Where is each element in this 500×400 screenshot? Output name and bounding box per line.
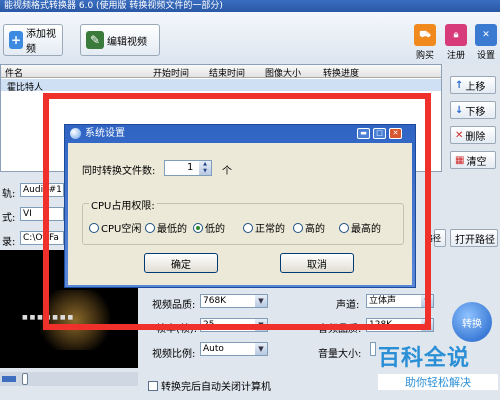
- concurrent-unit: 个: [222, 166, 232, 177]
- clear-icon: ▦: [455, 154, 465, 166]
- arrow-down-icon: ↓: [455, 104, 464, 116]
- delete-icon: ✕: [455, 129, 464, 141]
- maximize-icon[interactable]: □: [373, 128, 386, 139]
- channel-label: 声道:: [336, 300, 360, 311]
- chevron-down-icon: ▼: [421, 295, 433, 307]
- volume-slider[interactable]: [370, 342, 376, 356]
- frame-rate-label: 帧率(帧):: [156, 324, 198, 335]
- frame-rate-select[interactable]: 25 ▼: [200, 318, 268, 332]
- clear-button[interactable]: ▦ 清空: [450, 151, 496, 169]
- tools-icon: ✕: [475, 24, 497, 46]
- arrow-up-icon: ↑: [455, 79, 464, 91]
- radio-highest[interactable]: 最高的: [339, 220, 381, 235]
- cpu-priority-group: CPU占用权限: CPU空闲 最低的 低的 正常的 高的 最高的: [82, 197, 404, 245]
- output-dir-input[interactable]: C:\Ot\Fa: [20, 231, 64, 245]
- audio-quality-select[interactable]: 128K ▼: [366, 318, 434, 332]
- move-up-button[interactable]: ↑ 上移: [450, 76, 496, 94]
- col-end-time[interactable]: 结束时间: [209, 66, 245, 79]
- add-video-icon: +: [9, 31, 23, 49]
- close-icon[interactable]: ✕: [389, 128, 402, 139]
- concurrent-files-spinner[interactable]: 1 ▲ ▼: [164, 160, 212, 176]
- radio-lowest[interactable]: 最低的: [145, 220, 187, 235]
- output-dir-label: 录:: [2, 237, 16, 248]
- file-list-header: 件名 开始时间 结束时间 图像大小 转换进度: [1, 65, 441, 79]
- radio-low[interactable]: 低的: [193, 220, 225, 235]
- table-row[interactable]: 霍比特人: [1, 79, 441, 93]
- radio-cpu-idle[interactable]: CPU空闲: [89, 220, 141, 235]
- browse-button[interactable]: 路径: [425, 229, 446, 247]
- watermark-logo: 百科全说 助你轻松解决: [378, 340, 498, 396]
- chevron-down-icon: ▼: [255, 295, 267, 307]
- toolbar: + 添加视频 ✎ 编辑视频 ⛟ 购买 🔒︎ 注册 ✕ 设置: [0, 12, 500, 64]
- aspect-ratio-select[interactable]: Auto ▼: [200, 342, 268, 356]
- volume-label: 音量大小:: [318, 349, 362, 360]
- spinner-arrows-icon[interactable]: ▲ ▼: [199, 161, 211, 175]
- slider-thumb[interactable]: [22, 373, 28, 385]
- track-label: 轨:: [2, 189, 16, 200]
- minimize-icon[interactable]: ▬: [357, 128, 370, 139]
- format-select[interactable]: VI: [20, 207, 64, 221]
- watermark-title: 百科全说: [378, 346, 471, 371]
- video-quality-select[interactable]: 768K ▼: [200, 294, 268, 308]
- radio-high[interactable]: 高的: [293, 220, 325, 235]
- ok-button[interactable]: 确定: [144, 253, 218, 273]
- col-start-time[interactable]: 开始时间: [153, 66, 189, 79]
- video-quality-label: 视频品质:: [152, 300, 196, 311]
- chevron-down-icon: ▼: [421, 319, 433, 331]
- play-button[interactable]: [2, 376, 16, 382]
- cart-icon: ⛟: [414, 24, 436, 46]
- row-filename: 霍比特人: [7, 83, 44, 93]
- chevron-down-icon: ▼: [255, 343, 267, 355]
- aspect-ratio-label: 视频比例:: [152, 349, 196, 360]
- audio-quality-label: 音频品质:: [318, 324, 362, 335]
- checkbox-box[interactable]: [148, 380, 158, 391]
- cpu-priority-label: CPU占用权限:: [89, 197, 157, 212]
- settings-button[interactable]: ✕ 设置: [473, 24, 499, 61]
- lock-icon: 🔒︎: [445, 24, 467, 46]
- open-path-button[interactable]: 打开路径: [450, 229, 498, 247]
- window-title: 能视频格式转换器 6.0 (使用版 转换视频文件的一部分): [0, 0, 500, 12]
- register-button[interactable]: 🔒︎ 注册: [443, 24, 469, 61]
- edit-video-button[interactable]: ✎ 编辑视频: [80, 24, 160, 56]
- cancel-button[interactable]: 取消: [280, 253, 354, 273]
- shutdown-checkbox[interactable]: 转换完后自动关闭计算机: [148, 378, 271, 393]
- system-settings-dialog: 系统设置 ▬ □ ✕ 同时转换文件数: 1 ▲ ▼ 个 CPU占用权限: CPU空…: [64, 124, 416, 288]
- concurrent-files-label: 同时转换文件数:: [82, 166, 156, 177]
- col-filename[interactable]: 件名: [5, 66, 23, 79]
- col-progress[interactable]: 转换进度: [323, 66, 359, 79]
- channel-select[interactable]: 立体声 ▼: [366, 294, 434, 308]
- track-select[interactable]: Audio#1: [20, 183, 64, 197]
- move-down-button[interactable]: ↓ 下移: [450, 101, 496, 119]
- radio-normal[interactable]: 正常的: [243, 220, 285, 235]
- delete-button[interactable]: ✕ 删除: [450, 126, 496, 144]
- col-image-size[interactable]: 图像大小: [265, 66, 301, 79]
- chevron-down-icon: ▼: [255, 319, 267, 331]
- watermark-subtitle: 助你轻松解决: [378, 374, 498, 390]
- add-video-button[interactable]: + 添加视频: [3, 24, 63, 56]
- convert-button[interactable]: 转换: [452, 302, 492, 342]
- buy-button[interactable]: ⛟ 购买: [412, 24, 438, 61]
- dialog-body: 同时转换文件数: 1 ▲ ▼ 个 CPU占用权限: CPU空闲 最低的 低的 正常…: [68, 143, 412, 285]
- playback-slider[interactable]: [0, 372, 138, 386]
- app-icon: [70, 128, 81, 139]
- edit-video-icon: ✎: [86, 31, 104, 49]
- video-subtitle: ■ ■ ■ ■ ■ ■ ■: [22, 314, 74, 321]
- format-label: 式:: [2, 213, 16, 224]
